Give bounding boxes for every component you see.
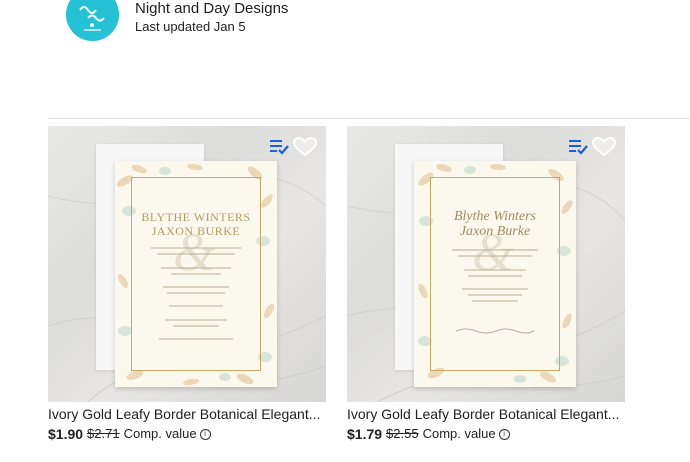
store-header: Night and Day Designs Last updated Jan 5 — [66, 0, 626, 50]
invitation-name-1: Blythe Winters — [453, 209, 537, 224]
comp-value-label: Comp. value — [123, 426, 197, 441]
product-title[interactable]: Ivory Gold Leafy Border Botanical Elegan… — [48, 406, 326, 423]
product-card[interactable]: & BLYTHE WINTERS JAXON BURKE Ivory Gold … — [48, 126, 326, 442]
invitation-name-2: Jaxon Burke — [459, 224, 531, 239]
price-row: $1.90 $2.71 Comp. value i — [48, 426, 326, 442]
compare-price: $2.55 — [386, 426, 419, 441]
sale-price: $1.79 — [347, 426, 383, 442]
info-icon[interactable]: i — [199, 428, 211, 440]
info-icon[interactable]: i — [498, 428, 510, 440]
invitation-details — [137, 265, 255, 347]
comp-value-label: Comp. value — [422, 426, 496, 441]
store-logo-icon[interactable] — [66, 0, 119, 41]
invitation-name-2: JAXON BURKE — [151, 224, 241, 238]
heart-icon[interactable] — [591, 136, 617, 157]
store-name[interactable]: Night and Day Designs — [135, 0, 288, 18]
compare-price: $2.71 — [87, 426, 120, 441]
invitation-details — [436, 267, 554, 339]
sale-price: $1.90 — [48, 426, 84, 442]
product-card[interactable]: & Blythe Winters Jaxon Burke Ivory Gold … — [347, 126, 625, 442]
add-to-collection-icon[interactable] — [269, 137, 291, 157]
price-row: $1.79 $2.55 Comp. value i — [347, 426, 625, 442]
product-image[interactable]: & BLYTHE WINTERS JAXON BURKE — [48, 126, 326, 402]
section-divider — [48, 118, 690, 119]
invitation-card: & Blythe Winters Jaxon Burke — [414, 161, 576, 387]
product-image[interactable]: & Blythe Winters Jaxon Burke — [347, 126, 625, 402]
invitation-body-text — [137, 245, 255, 259]
invitation-name-1: BLYTHE WINTERS — [141, 210, 251, 224]
invitation-card: & BLYTHE WINTERS JAXON BURKE — [115, 161, 277, 387]
store-last-updated: Last updated Jan 5 — [135, 19, 246, 34]
invitation-body-text — [436, 247, 554, 261]
product-title[interactable]: Ivory Gold Leafy Border Botanical Elegan… — [347, 406, 625, 423]
heart-icon[interactable] — [292, 136, 318, 157]
add-to-collection-icon[interactable] — [568, 137, 590, 157]
